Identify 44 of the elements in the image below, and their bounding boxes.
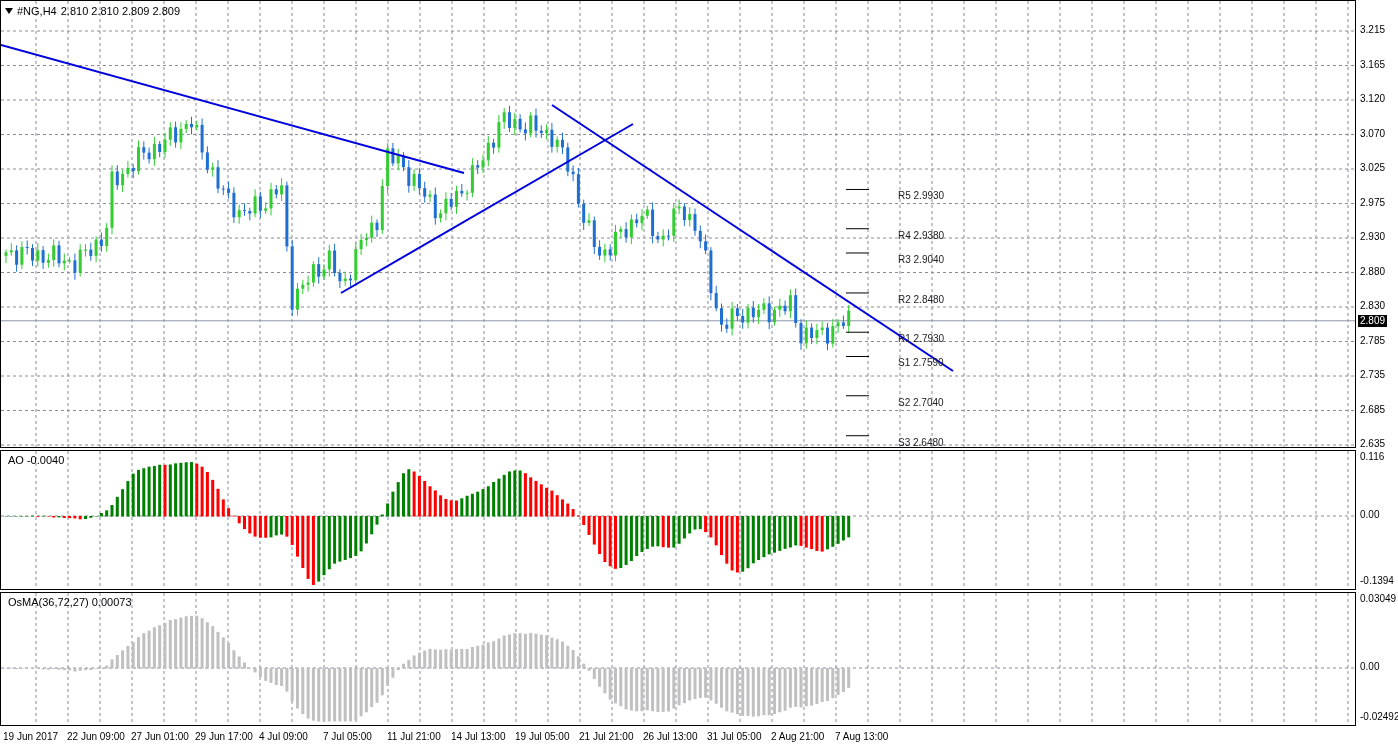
- time-axis-label: 7 Jul 05:00: [323, 730, 373, 744]
- price-axis-label: 2.685: [1360, 404, 1386, 415]
- axis-label: 0.03049: [1360, 594, 1397, 604]
- price-axis-label: 2.975: [1360, 197, 1386, 208]
- pivot-label: R5 2.9930: [898, 191, 945, 202]
- indicator-label: OsMA(36,72,27) 0.00073: [8, 595, 132, 610]
- time-axis-label: 21 Jul 21:00: [579, 730, 635, 744]
- time-axis-label: 19 Jul 05:00: [515, 730, 571, 744]
- price-axis-label: 2.880: [1360, 266, 1386, 277]
- pivot-label: S1 2.7590: [898, 358, 944, 369]
- price-axis-label: 3.165: [1360, 59, 1386, 70]
- pivot-label: R2 2.8480: [898, 294, 945, 305]
- pivot-label: S3 2.6480: [898, 437, 944, 448]
- time-axis-label: 4 Jul 09:00: [259, 730, 309, 744]
- price-axis-label: 2.830: [1360, 301, 1386, 311]
- time-axis-label: 22 Jun 09:00: [67, 730, 126, 744]
- time-axis-label: 31 Jul 05:00: [707, 730, 763, 744]
- axis-label: 0.116: [1360, 452, 1385, 462]
- price-axis-label: 2.635: [1360, 439, 1386, 449]
- time-axis-label: 29 Jun 17:00: [195, 730, 254, 744]
- current-price-tag: 2.809: [1358, 314, 1388, 327]
- pivot-label: R3 2.9040: [898, 255, 945, 265]
- time-axis-label: 26 Jul 13:00: [643, 730, 699, 744]
- price-axis-label: 3.070: [1360, 128, 1386, 139]
- time-axis-label: 14 Jul 13:00: [451, 730, 507, 744]
- time-axis-label: 19 Jun 2017: [3, 730, 60, 744]
- price-axis-label: 3.215: [1360, 25, 1386, 35]
- axis-label: 0.00: [1360, 510, 1380, 520]
- pivot-label: S2 2.7040: [898, 397, 944, 408]
- axis-label: -0.1394: [1360, 576, 1394, 586]
- time-axis-label: 2 Aug 21:00: [771, 730, 826, 744]
- indicator-label: AO -0.0040: [8, 453, 65, 468]
- price-axis-label: 3.025: [1360, 163, 1386, 173]
- price-axis-label: 2.735: [1360, 370, 1386, 380]
- pivot-label: R4 2.9380: [898, 230, 945, 241]
- price-axis-label: 3.120: [1360, 94, 1386, 104]
- chart-quote: 2.810 2.810 2.809 2.809: [60, 4, 181, 19]
- price-axis-label: 2.930: [1360, 232, 1386, 242]
- time-axis-label: 7 Aug 13:00: [835, 730, 890, 744]
- axis-label: 0.00: [1360, 662, 1380, 672]
- price-axis-label: 2.785: [1360, 335, 1386, 346]
- chart-symbol: #NG,H4: [17, 4, 57, 19]
- time-axis-label: 27 Jun 01:00: [131, 730, 190, 744]
- time-axis-label: 11 Jul 21:00: [387, 730, 442, 744]
